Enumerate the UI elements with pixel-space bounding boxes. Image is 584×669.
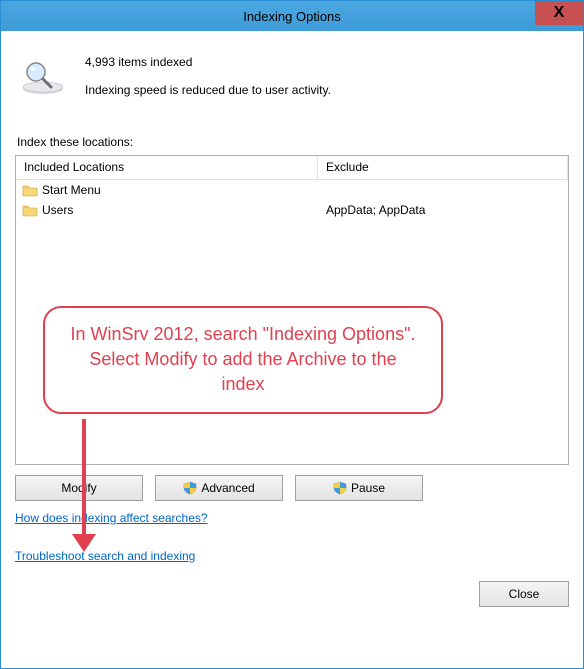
table-row[interactable]: Start Menu: [16, 180, 568, 200]
pause-button[interactable]: Pause: [295, 475, 423, 501]
row-exclude-label: AppData; AppData: [318, 203, 568, 217]
locations-rows: Start Menu Users AppData; AppData: [16, 180, 568, 220]
annotation-callout: In WinSrv 2012, search "Indexing Options…: [43, 306, 443, 414]
items-indexed-count: 4,993 items indexed: [85, 55, 331, 69]
annotation-arrow: [79, 419, 89, 549]
locations-header: Included Locations Exclude: [16, 156, 568, 180]
table-row[interactable]: Users AppData; AppData: [16, 200, 568, 220]
shield-icon: [183, 481, 197, 495]
pause-label: Pause: [351, 481, 385, 495]
column-header-exclude[interactable]: Exclude: [318, 156, 568, 179]
troubleshoot-link[interactable]: Troubleshoot search and indexing: [15, 549, 569, 563]
advanced-label: Advanced: [201, 481, 254, 495]
shield-icon: [333, 481, 347, 495]
row-included-label: Users: [42, 203, 73, 217]
indexing-options-window: Indexing Options X 4,993 items indexed I…: [0, 0, 584, 669]
indexing-speed-status: Indexing speed is reduced due to user ac…: [85, 83, 331, 97]
button-row: Modify Advanced: [15, 475, 569, 501]
window-title: Indexing Options: [243, 9, 341, 24]
status-text: 4,993 items indexed Indexing speed is re…: [85, 51, 331, 97]
window-close-button[interactable]: X: [535, 1, 583, 25]
close-button[interactable]: Close: [479, 581, 569, 607]
magnifier-icon: [19, 57, 67, 97]
column-header-included[interactable]: Included Locations: [16, 156, 318, 179]
titlebar: Indexing Options X: [1, 1, 583, 31]
how-indexing-link[interactable]: How does indexing affect searches?: [15, 511, 569, 525]
close-icon: X: [554, 4, 565, 22]
folder-icon: [22, 183, 38, 197]
status-row: 4,993 items indexed Indexing speed is re…: [15, 45, 569, 107]
footer: Close: [15, 563, 569, 607]
index-locations-label: Index these locations:: [17, 135, 569, 149]
advanced-button[interactable]: Advanced: [155, 475, 283, 501]
folder-icon: [22, 203, 38, 217]
content-area: 4,993 items indexed Indexing speed is re…: [1, 31, 583, 668]
row-included-label: Start Menu: [42, 183, 101, 197]
